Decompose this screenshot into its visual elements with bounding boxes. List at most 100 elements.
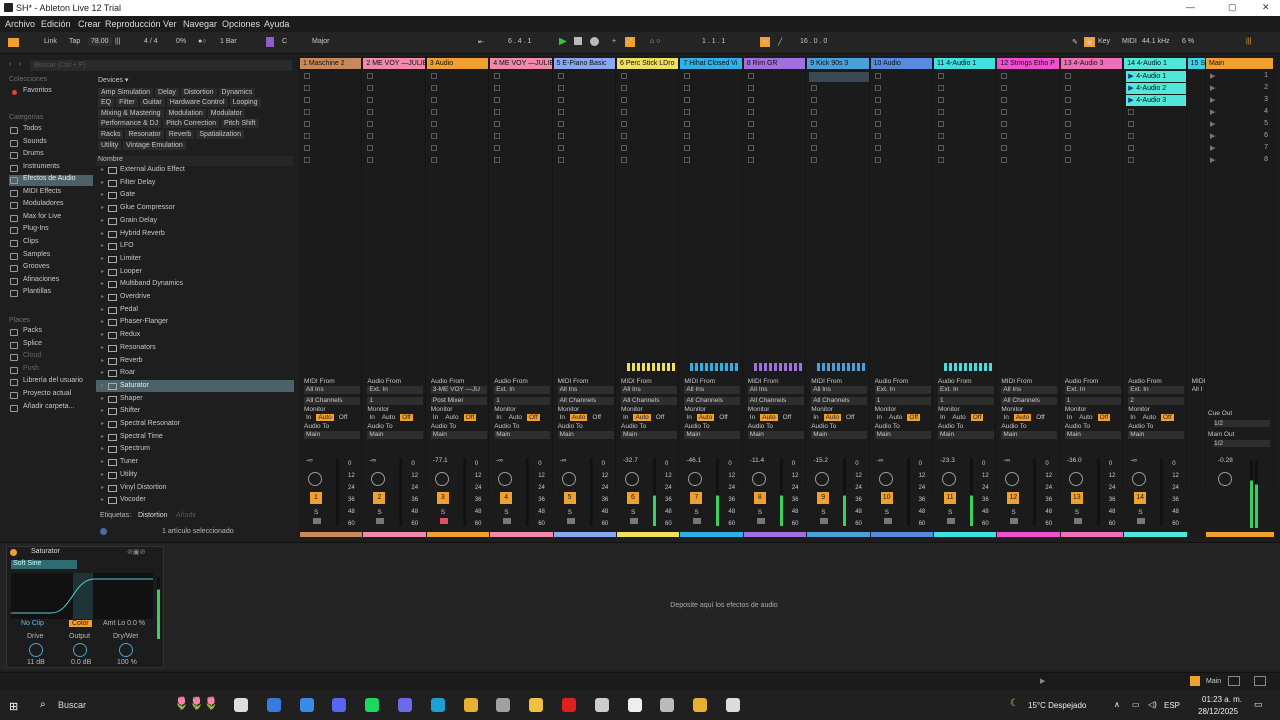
menu-edicion[interactable]: Edición (41, 19, 71, 29)
detail-view-icon[interactable] (1254, 676, 1266, 686)
loop-length-field[interactable]: 16 . 0 . 0 (800, 38, 827, 45)
loop-start-field[interactable]: 1 . 1 . 1 (702, 38, 725, 45)
menu-opciones[interactable]: Opciones (222, 19, 260, 29)
expand-arrow-icon[interactable]: ▸ (101, 304, 104, 316)
expand-arrow-icon[interactable]: ▸ (101, 329, 104, 341)
cue-out-menu[interactable]: 1/2 (1214, 420, 1270, 427)
expand-arrow-icon[interactable]: ▸ (101, 393, 104, 405)
clip-slot-button[interactable] (367, 145, 374, 151)
clip-slot-button[interactable] (747, 73, 754, 79)
clip-slot-button[interactable] (1001, 73, 1008, 79)
expand-arrow-icon[interactable]: ▸ (101, 215, 104, 227)
clip-slot-button[interactable] (684, 73, 691, 79)
clip-slot-button[interactable] (1001, 157, 1008, 163)
monitor-off-button[interactable]: Off (590, 414, 603, 421)
link-button[interactable]: Link (44, 38, 57, 45)
clip-slot-button[interactable] (938, 97, 944, 103)
sidebar-item-midi-effects[interactable]: MIDI Effects (9, 188, 93, 199)
scene-launch-row[interactable]: ▶ 6 (1208, 132, 1272, 143)
track-volume-value[interactable]: -15.2 (813, 457, 828, 464)
time-signature-field[interactable]: 4 / 4 (144, 38, 158, 45)
clip-slot-button[interactable] (367, 133, 374, 139)
clip-slot-button[interactable] (304, 121, 310, 127)
capture-icon[interactable]: ⌂ ○ (650, 38, 660, 45)
tag-button[interactable]: Delay (155, 88, 179, 97)
clip-slot-button[interactable] (430, 109, 437, 115)
list-item[interactable]: ▸ Shifter (96, 405, 294, 417)
clip-slot-button[interactable] (1064, 85, 1071, 91)
clip-slot-button[interactable] (304, 145, 310, 151)
list-item[interactable]: ▸ Vocoder (96, 494, 294, 506)
quantize-menu[interactable]: 1 Bar (220, 38, 237, 45)
clip-slot-button[interactable] (1064, 73, 1071, 79)
clip-slot-button[interactable] (811, 157, 818, 163)
master-track-header[interactable]: Main (1206, 58, 1273, 69)
track-arm-icon[interactable] (1137, 518, 1146, 524)
monitor-in-button[interactable]: In (621, 414, 630, 421)
clip-slot-button[interactable] (811, 145, 818, 151)
monitor-switch[interactable]: In Auto Off (811, 414, 867, 421)
clip-slot-button[interactable] (747, 109, 754, 115)
task-view-icon[interactable] (234, 698, 248, 712)
clip-slot-button[interactable] (621, 97, 627, 103)
clip-slot-button[interactable] (367, 85, 374, 91)
track-input-channel-menu[interactable]: All Channels (621, 397, 677, 405)
clip-slot-button[interactable] (557, 97, 564, 103)
clip-slot-button[interactable] (557, 145, 564, 151)
track-arm-icon[interactable] (630, 518, 638, 524)
track-header[interactable]: 1 Maschine 2 (300, 58, 362, 69)
audio-to-menu[interactable]: Main (430, 431, 487, 439)
clip[interactable]: ▶ 4-Audio 3 (1126, 95, 1187, 106)
track-input-channel-menu[interactable]: 1 (874, 397, 931, 405)
scale-mode-button[interactable]: ⫶ (266, 37, 274, 47)
track-pan-knob[interactable] (561, 472, 576, 486)
list-item[interactable]: ▸ Shaper (96, 393, 294, 405)
expand-arrow-icon[interactable]: ▸ (101, 380, 104, 392)
track-arm-icon[interactable] (693, 518, 702, 524)
list-item[interactable]: ▸ Glue Compressor (96, 202, 294, 214)
monitor-in-button[interactable]: In (938, 414, 947, 421)
clip-slot-button[interactable] (621, 145, 627, 151)
monitor-auto-button[interactable]: Auto (1013, 414, 1032, 421)
track-solo-button[interactable]: S (885, 509, 889, 516)
menu-ayuda[interactable]: Ayuda (264, 19, 289, 29)
sidebar-item-todos[interactable]: Todos (9, 125, 93, 136)
track-pan-knob[interactable] (625, 472, 639, 486)
notification-icon[interactable]: ▭ (1254, 699, 1263, 710)
record-quantize-icon[interactable]: ●○ (198, 38, 206, 45)
weather-text[interactable]: 15°C Despejado (1028, 701, 1086, 710)
clip-slot-button[interactable] (430, 121, 437, 127)
drywet-knob[interactable] (119, 643, 133, 657)
clip-slot-button[interactable] (684, 133, 691, 139)
clip-slot-button[interactable] (1128, 145, 1135, 151)
mail-icon[interactable] (266, 698, 281, 712)
monitor-in-button[interactable]: In (494, 414, 503, 421)
track-header[interactable]: 5 E-Piano Basic (553, 58, 615, 69)
monitor-off-button[interactable]: Off (1034, 414, 1047, 421)
track-header[interactable]: 7 Hihat Closed Vi (680, 58, 742, 69)
audio-to-menu[interactable]: Main (874, 431, 931, 439)
monitor-off-button[interactable]: Off (654, 414, 667, 421)
track-header[interactable]: 11 4-Audio 1 (934, 58, 996, 69)
track-volume-value[interactable]: -11.4 (750, 457, 764, 464)
clip-view-icon[interactable] (1228, 676, 1240, 686)
track-volume-value[interactable]: -46.1 (686, 457, 701, 464)
track-arm-icon[interactable] (820, 518, 829, 524)
track-volume-value[interactable]: -36.0 (1067, 457, 1082, 464)
sidebar-item-plugins[interactable]: Plug-Ins (9, 225, 93, 236)
track-volume-value[interactable]: -∞ (1003, 457, 1010, 464)
main-label[interactable]: Main (1206, 678, 1221, 685)
opera-icon[interactable] (562, 698, 576, 712)
clip-slot-button[interactable] (747, 121, 754, 127)
audio-to-menu[interactable]: Main (1001, 431, 1058, 439)
list-item[interactable]: ▸ Grain Delay (96, 215, 294, 227)
monitor-auto-button[interactable]: Auto (887, 414, 904, 421)
tag-button[interactable]: Resonator (125, 130, 164, 139)
scene-play-icon[interactable]: ▶ (1210, 120, 1215, 128)
clip-slot-button[interactable] (684, 85, 691, 91)
clip-slot-button[interactable] (494, 97, 501, 103)
main-out-menu[interactable]: 1/2 (1214, 440, 1270, 447)
clip-slot-button[interactable] (938, 133, 944, 139)
clip-slot-button[interactable] (874, 133, 881, 139)
list-item[interactable]: ▸ Limiter (96, 253, 294, 265)
